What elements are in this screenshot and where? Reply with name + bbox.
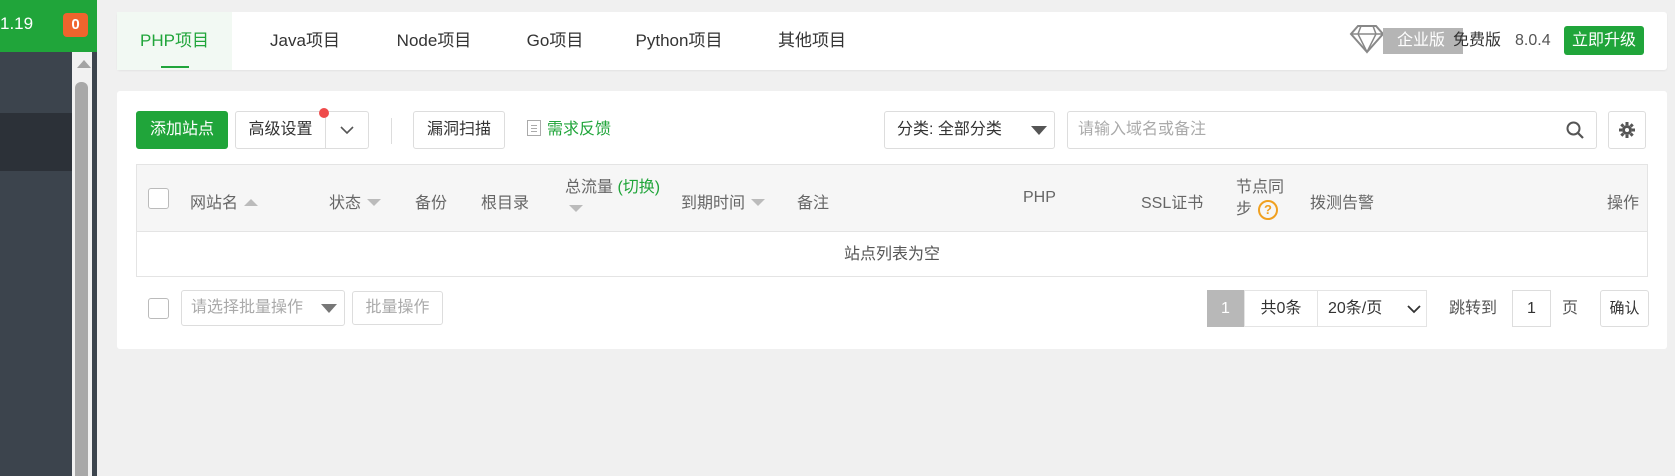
project-tab-bar: PHP项目 Java项目 Node项目 Go项目 Python项目 其他项目 企… [117, 12, 1667, 70]
col-expire-label: 到期时间 [681, 195, 746, 212]
page-unit-label: 页 [1562, 300, 1579, 317]
panel-version-label: 8.0.4 [1515, 32, 1551, 49]
help-icon[interactable]: ? [1258, 200, 1279, 220]
per-page-select[interactable]: 20条/页 [1317, 290, 1427, 327]
batch-action-select[interactable]: 请选择批量操作 [181, 290, 345, 326]
table-header: 网站名 状态 备份 根目录 总流量 (切换) 到期时间 备注 PHP SSL证书… [137, 165, 1647, 232]
chevron-down-icon [1407, 305, 1421, 314]
batch-action-button[interactable]: 批量操作 [352, 291, 443, 325]
col-expire[interactable]: 到期时间 [681, 189, 766, 213]
category-select[interactable]: 分类: 全部分类 [884, 111, 1055, 149]
sidebar-scrollbar[interactable] [72, 52, 92, 476]
tab-other[interactable]: 其他项目 [767, 12, 857, 70]
sort-desc-icon [367, 199, 382, 206]
caret-down-icon [1031, 126, 1047, 135]
col-site-name-label: 网站名 [190, 195, 239, 212]
tab-go[interactable]: Go项目 [517, 12, 593, 70]
col-node-sync-label-1: 节点同 [1236, 179, 1285, 196]
col-traffic[interactable]: 总流量 (切换) [565, 177, 660, 221]
upgrade-button[interactable]: 立即升级 [1564, 26, 1644, 55]
toolbar-divider [391, 118, 392, 144]
goto-page-input[interactable]: 1 [1512, 290, 1551, 327]
select-all-checkbox[interactable] [148, 188, 169, 209]
col-php: PHP [1023, 189, 1056, 206]
sidebar-item-active[interactable] [0, 113, 72, 171]
per-page-value: 20条/页 [1328, 300, 1383, 317]
notification-dot [319, 108, 329, 118]
scroll-thumb[interactable] [75, 82, 88, 476]
col-traffic-label: 总流量 [565, 179, 614, 196]
col-backup: 备份 [415, 195, 448, 212]
category-select-value: 分类: 全部分类 [897, 121, 1002, 138]
caret-down-icon [321, 304, 337, 313]
scroll-up-arrow-icon[interactable] [77, 60, 91, 68]
tab-python[interactable]: Python项目 [624, 12, 734, 70]
panel-version: 1.19 [0, 14, 34, 33]
col-node-sync-label-2: 步 [1236, 201, 1253, 218]
free-edition-label[interactable]: 免费版 [1453, 12, 1501, 70]
notification-badge[interactable]: 0 [63, 13, 88, 37]
site-table: 网站名 状态 备份 根目录 总流量 (切换) 到期时间 备注 PHP SSL证书… [136, 164, 1648, 277]
advanced-settings-dropdown[interactable] [325, 111, 369, 149]
add-site-button[interactable]: 添加站点 [136, 111, 228, 149]
search-input[interactable] [1078, 112, 1538, 148]
pagination-total: 共0条 [1244, 290, 1317, 327]
tab-node[interactable]: Node项目 [381, 12, 487, 70]
goto-confirm-button[interactable]: 确认 [1600, 290, 1649, 327]
gear-icon [1619, 122, 1635, 138]
col-node-sync: 节点同 步? [1236, 177, 1284, 221]
edit-note-icon [527, 120, 541, 136]
col-note: 备注 [797, 195, 830, 212]
empty-state-text: 站点列表为空 [843, 246, 940, 263]
traffic-switch-link[interactable]: (切换) [617, 179, 660, 196]
col-actions: 操作 [1607, 195, 1640, 212]
advanced-settings-button[interactable]: 高级设置 [235, 111, 326, 149]
search-icon[interactable] [1566, 121, 1584, 139]
goto-label: 跳转到 [1449, 300, 1498, 317]
feedback-label: 需求反馈 [547, 121, 612, 138]
batch-action-placeholder: 请选择批量操作 [191, 299, 304, 316]
feedback-link[interactable]: 需求反馈 [527, 111, 611, 149]
col-status[interactable]: 状态 [329, 189, 382, 213]
tab-java[interactable]: Java项目 [254, 12, 356, 70]
sort-desc-icon [751, 199, 766, 206]
col-dial-alert: 拨测告警 [1310, 195, 1375, 212]
search-box[interactable] [1067, 111, 1597, 149]
sort-asc-icon [244, 199, 259, 206]
pagination-current-page[interactable]: 1 [1207, 290, 1244, 327]
chevron-down-icon [340, 126, 354, 135]
col-status-label: 状态 [329, 195, 362, 212]
vuln-scan-button[interactable]: 漏洞扫描 [413, 111, 505, 149]
sort-desc-icon [569, 205, 583, 212]
col-ssl: SSL证书 [1141, 195, 1204, 212]
batch-select-checkbox[interactable] [148, 298, 169, 319]
col-site-name[interactable]: 网站名 [190, 189, 259, 213]
sidebar-header: 1.19 0 [0, 0, 97, 52]
col-root-dir: 根目录 [481, 195, 530, 212]
tab-php[interactable]: PHP项目 [117, 12, 232, 70]
settings-button[interactable] [1608, 111, 1646, 149]
diamond-icon [1349, 25, 1385, 54]
enterprise-edition-label[interactable]: 企业版 [1383, 28, 1463, 54]
